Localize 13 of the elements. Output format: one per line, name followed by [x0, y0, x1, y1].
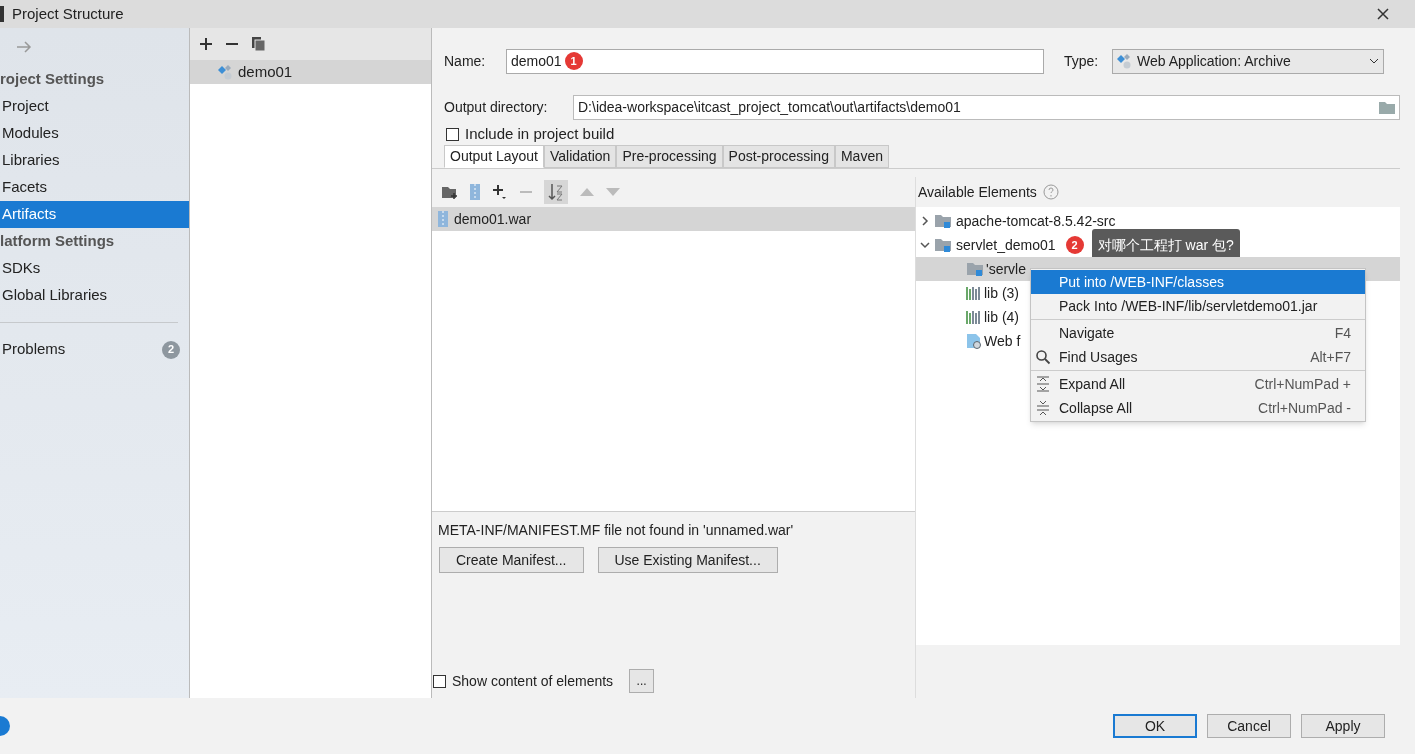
window-title: Project Structure [12, 3, 124, 24]
field-label: Name: [444, 51, 487, 71]
number-badge: 1 [564, 52, 583, 70]
field-label: Output directory: [444, 97, 549, 117]
section-header: roject Settings [0, 69, 106, 90]
manifest-message: META-INF/MANIFEST.MF file not found in 'unnamed.war' [438, 521, 795, 540]
field-label: Type: [1064, 51, 1100, 71]
checkbox-label: Include in project build [465, 123, 615, 144]
checkbox-label: Show content of elements [452, 671, 614, 691]
number-badge: 2 [1065, 236, 1084, 254]
panel-title: Available Elements [918, 182, 1037, 202]
number-badge: 2 [162, 340, 180, 359]
section-header: latform Settings [0, 231, 116, 252]
